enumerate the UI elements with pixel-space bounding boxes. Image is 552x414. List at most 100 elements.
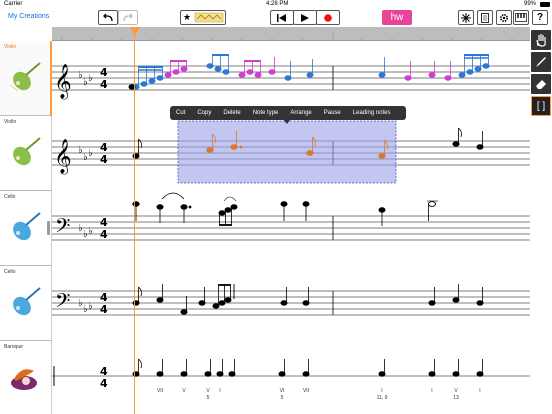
chord-sublabel: 5	[281, 395, 284, 401]
bass-clef-icon: 𝄢	[55, 214, 70, 242]
bass-clef-icon: 𝄢	[55, 289, 70, 317]
chord-label: V	[454, 388, 458, 394]
chord-sublabel: 11, 9	[377, 395, 388, 401]
staff-3	[52, 215, 530, 241]
track-violin-1[interactable]: Violin	[0, 41, 52, 116]
document-button[interactable]	[477, 10, 493, 25]
pen-tool[interactable]	[531, 52, 551, 72]
effects-button[interactable]	[458, 10, 474, 25]
menu-item-cut[interactable]: Cut	[170, 110, 191, 116]
svg-text:♭: ♭	[88, 73, 93, 84]
treble-clef-icon: 𝄞	[54, 64, 72, 100]
eraser-icon	[536, 80, 546, 89]
playhead-handle[interactable]	[130, 27, 140, 36]
carrier-label: Carrier	[4, 1, 23, 7]
svg-text:4: 4	[100, 228, 108, 241]
chord-label: I	[381, 388, 382, 394]
battery-icon	[540, 2, 550, 7]
status-bar: Carrier 4:28 PM 99%	[0, 0, 552, 9]
record-icon	[324, 13, 332, 22]
track-name: Violin	[4, 44, 17, 50]
menu-item-copy[interactable]: Copy	[191, 110, 217, 116]
sparkle-icon	[461, 12, 471, 23]
track-cello-2[interactable]: Cello	[0, 266, 52, 341]
chord-label: I	[479, 388, 480, 394]
violin-icon	[9, 62, 41, 92]
track-resize-handle[interactable]	[47, 221, 50, 235]
chord-label: I	[431, 388, 432, 394]
help-icon: ?	[536, 12, 544, 23]
track-baroque[interactable]: Baroque	[0, 341, 52, 414]
track-name: Baroque	[4, 344, 23, 350]
timeline-ruler[interactable]	[52, 27, 530, 41]
chord-sublabel: 5	[207, 395, 210, 401]
staff-3-notes	[132, 192, 438, 226]
settings-button[interactable]	[496, 10, 512, 25]
staff-4-notes	[132, 284, 484, 315]
piano-icon	[515, 13, 527, 22]
skip-back-icon	[277, 13, 286, 22]
track-list: Violin Violin Cello Cello Baroque	[0, 41, 52, 414]
redo-button[interactable]	[118, 10, 138, 25]
back-button[interactable]: My Creations	[8, 13, 49, 20]
track-violin-2[interactable]: Violin	[0, 116, 52, 191]
rewind-button[interactable]	[270, 10, 294, 25]
treble-clef-icon: 𝄞	[54, 139, 72, 175]
track-name: Violin	[4, 119, 17, 125]
staff-5-notes	[132, 358, 484, 377]
bracket-select-icon: [ ]	[536, 100, 546, 112]
svg-text:♭: ♭	[88, 226, 93, 237]
notation-palette-button[interactable]: ★	[180, 10, 226, 25]
select-tool[interactable]: [ ]	[531, 96, 551, 116]
chord-label: VII	[303, 388, 309, 394]
pen-icon	[536, 57, 546, 67]
ruler-ticks	[61, 33, 513, 41]
chord-label: I	[219, 388, 220, 394]
hand-tool[interactable]	[531, 30, 551, 50]
battery-label: 99%	[524, 1, 537, 7]
score-area[interactable]: 𝄞 ♭♭♭ 𝄞 ♭♭♭ 𝄢 ♭♭♭ 𝄢 ♭♭♭ 44 44 44	[52, 41, 530, 414]
menu-item-arrange[interactable]: Arrange	[284, 110, 317, 116]
chord-label: VII	[157, 388, 163, 394]
keyboard-button[interactable]	[513, 10, 529, 25]
track-name: Cello	[4, 194, 16, 200]
time-signatures: 44 44 44 44 44	[100, 66, 108, 390]
hw-button[interactable]: hw	[382, 10, 412, 25]
playhead[interactable]	[134, 27, 135, 414]
play-icon	[301, 13, 309, 22]
tool-panel: [ ]	[530, 27, 552, 137]
svg-text:4: 4	[100, 153, 108, 166]
svg-text:★: ★	[183, 13, 191, 23]
menu-item-note-type[interactable]: Note type	[247, 110, 285, 116]
track-name: Cello	[4, 269, 16, 275]
chord-label: VI	[280, 388, 285, 394]
violin-icon	[13, 137, 41, 166]
status-time: 4:28 PM	[266, 1, 289, 7]
notation-palette-icon: ★	[183, 12, 224, 23]
svg-text:4: 4	[100, 78, 108, 91]
undo-icon	[103, 13, 113, 21]
hand-icon	[536, 34, 546, 47]
play-button[interactable]	[293, 10, 317, 25]
redo-icon	[123, 13, 133, 21]
menu-item-leading-notes[interactable]: Leading notes	[347, 110, 397, 116]
chord-label: V	[206, 388, 210, 394]
baroque-hat-icon	[11, 369, 37, 390]
help-button[interactable]: ?	[532, 10, 548, 25]
record-button[interactable]	[316, 10, 340, 25]
undo-button[interactable]	[98, 10, 118, 25]
toolbar: My Creations ★ hw ?	[0, 9, 552, 27]
track-cello-1[interactable]: Cello	[0, 191, 52, 266]
cello-icon	[13, 287, 41, 316]
eraser-tool[interactable]	[531, 74, 551, 94]
score-canvas: 𝄞 ♭♭ ♭ 𝄞 ♭♭ ♭ 𝄢 ♭♭ ♭ 𝄢 ♭♭ ♭ 44 44 44 44 …	[52, 54, 530, 401]
chord-sublabel: 13	[453, 395, 459, 401]
menu-item-pause[interactable]: Pause	[318, 110, 347, 116]
document-icon	[481, 12, 489, 23]
svg-text:♭: ♭	[88, 301, 93, 312]
svg-text:4: 4	[100, 377, 108, 390]
gear-icon	[499, 13, 509, 22]
menu-item-delete[interactable]: Delete	[217, 110, 246, 116]
context-menu-arrow	[283, 119, 291, 124]
svg-text:4: 4	[100, 303, 108, 316]
